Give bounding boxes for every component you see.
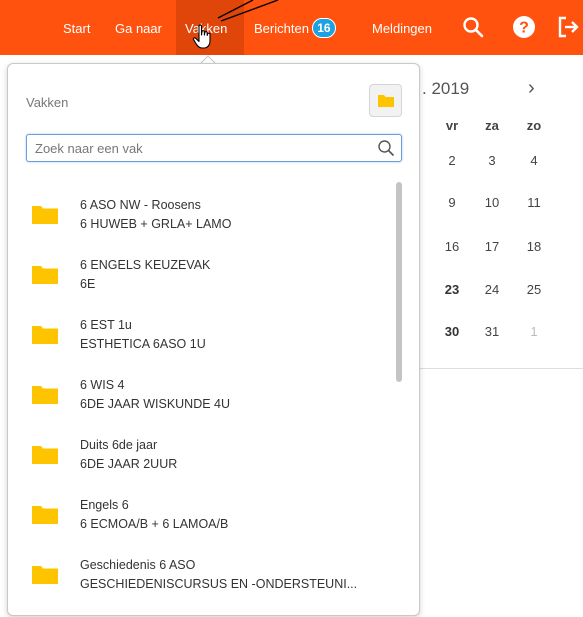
calendar-day[interactable]: 10: [477, 195, 507, 210]
folder-icon: [32, 386, 58, 404]
course-item[interactable]: Geschiedenis 6 ASO GESCHIEDENISCURSUS EN…: [8, 544, 398, 602]
calendar-day-header: zo: [526, 118, 542, 133]
calendar-day[interactable]: 2: [437, 153, 467, 168]
course-name: 6 WIS 4: [80, 378, 125, 392]
folder-icon: [32, 506, 58, 524]
vakken-dropdown: Vakken 6 ASO NW - Roosens 6 HUWEB + GRLA…: [7, 63, 420, 616]
folder-button[interactable]: [369, 84, 402, 117]
calendar-next-button[interactable]: ›: [528, 77, 535, 100]
calendar-day[interactable]: 4: [519, 153, 549, 168]
course-name: 6 ENGELS KEUZEVAK: [80, 258, 211, 272]
calendar-day[interactable]: 16: [437, 239, 467, 254]
course-search-box[interactable]: [26, 134, 402, 162]
calendar-day[interactable]: 3: [477, 153, 507, 168]
course-group: 6E: [80, 277, 96, 291]
course-name: Engels 6: [80, 498, 129, 512]
hand-cursor-icon: [192, 24, 211, 49]
course-group: ESTHETICA 6ASO 1U: [80, 337, 206, 351]
course-group: GESCHIEDENISCURSUS EN -ONDERSTEUNI...: [80, 577, 358, 591]
page: Start Ga naar Vakken Berichten 16 Melding…: [0, 0, 583, 617]
course-item[interactable]: 6 EST 1u ESTHETICA 6ASO 1U: [8, 304, 398, 362]
course-group: 6 ECMOA/B + 6 LAMOA/B: [80, 517, 229, 531]
course-name: Duits 6de jaar: [80, 438, 158, 452]
calendar-day[interactable]: 25: [519, 282, 549, 297]
course-group: 6 HUWEB + GRLA+ LAMO: [80, 217, 232, 231]
course-name: 6 EST 1u: [80, 318, 132, 332]
course-group: 6DE JAAR WISKUNDE 4U: [80, 397, 231, 411]
calendar-day[interactable]: 11: [519, 195, 549, 210]
folder-icon: [378, 95, 394, 107]
course-search-input[interactable]: [35, 139, 365, 157]
calendar-day[interactable]: 17: [477, 239, 507, 254]
course-group: 6DE JAAR 2UUR: [80, 457, 178, 471]
course-item[interactable]: 6 ASO NW - Roosens 6 HUWEB + GRLA+ LAMO: [8, 184, 398, 242]
course-item[interactable]: 6 ENGELS KEUZEVAK 6E: [8, 244, 398, 302]
calendar-day-header: vr: [445, 118, 459, 133]
folder-icon: [32, 266, 58, 284]
course-list: 6 ASO NW - Roosens 6 HUWEB + GRLA+ LAMO …: [8, 184, 398, 609]
calendar-day[interactable]: 9: [437, 195, 467, 210]
calendar-day[interactable]: 23: [437, 282, 467, 297]
course-item[interactable]: Duits 6de jaar 6DE JAAR 2UUR: [8, 424, 398, 482]
folder-icon: [32, 206, 58, 224]
folder-icon: [32, 566, 58, 584]
search-icon[interactable]: [377, 139, 395, 157]
course-list-scrollbar[interactable]: [396, 182, 402, 382]
calendar-day[interactable]: 18: [519, 239, 549, 254]
course-name: 6 ASO NW - Roosens: [80, 198, 201, 212]
calendar-divider: [420, 368, 583, 369]
folder-icon: [32, 446, 58, 464]
dropdown-title: Vakken: [26, 95, 69, 110]
calendar-month-title: . 2019: [422, 79, 470, 98]
calendar-day-header: za: [485, 118, 499, 133]
course-name: Geschiedenis 6 ASO: [80, 558, 196, 572]
calendar-day[interactable]: 1: [519, 324, 549, 339]
folder-icon: [32, 326, 58, 344]
calendar-day[interactable]: 24: [477, 282, 507, 297]
course-item[interactable]: Engels 6 6 ECMOA/B + 6 LAMOA/B: [8, 484, 398, 542]
calendar-day[interactable]: 31: [477, 324, 507, 339]
calendar-day[interactable]: 30: [437, 324, 467, 339]
course-item[interactable]: 6 WIS 4 6DE JAAR WISKUNDE 4U: [8, 364, 398, 422]
